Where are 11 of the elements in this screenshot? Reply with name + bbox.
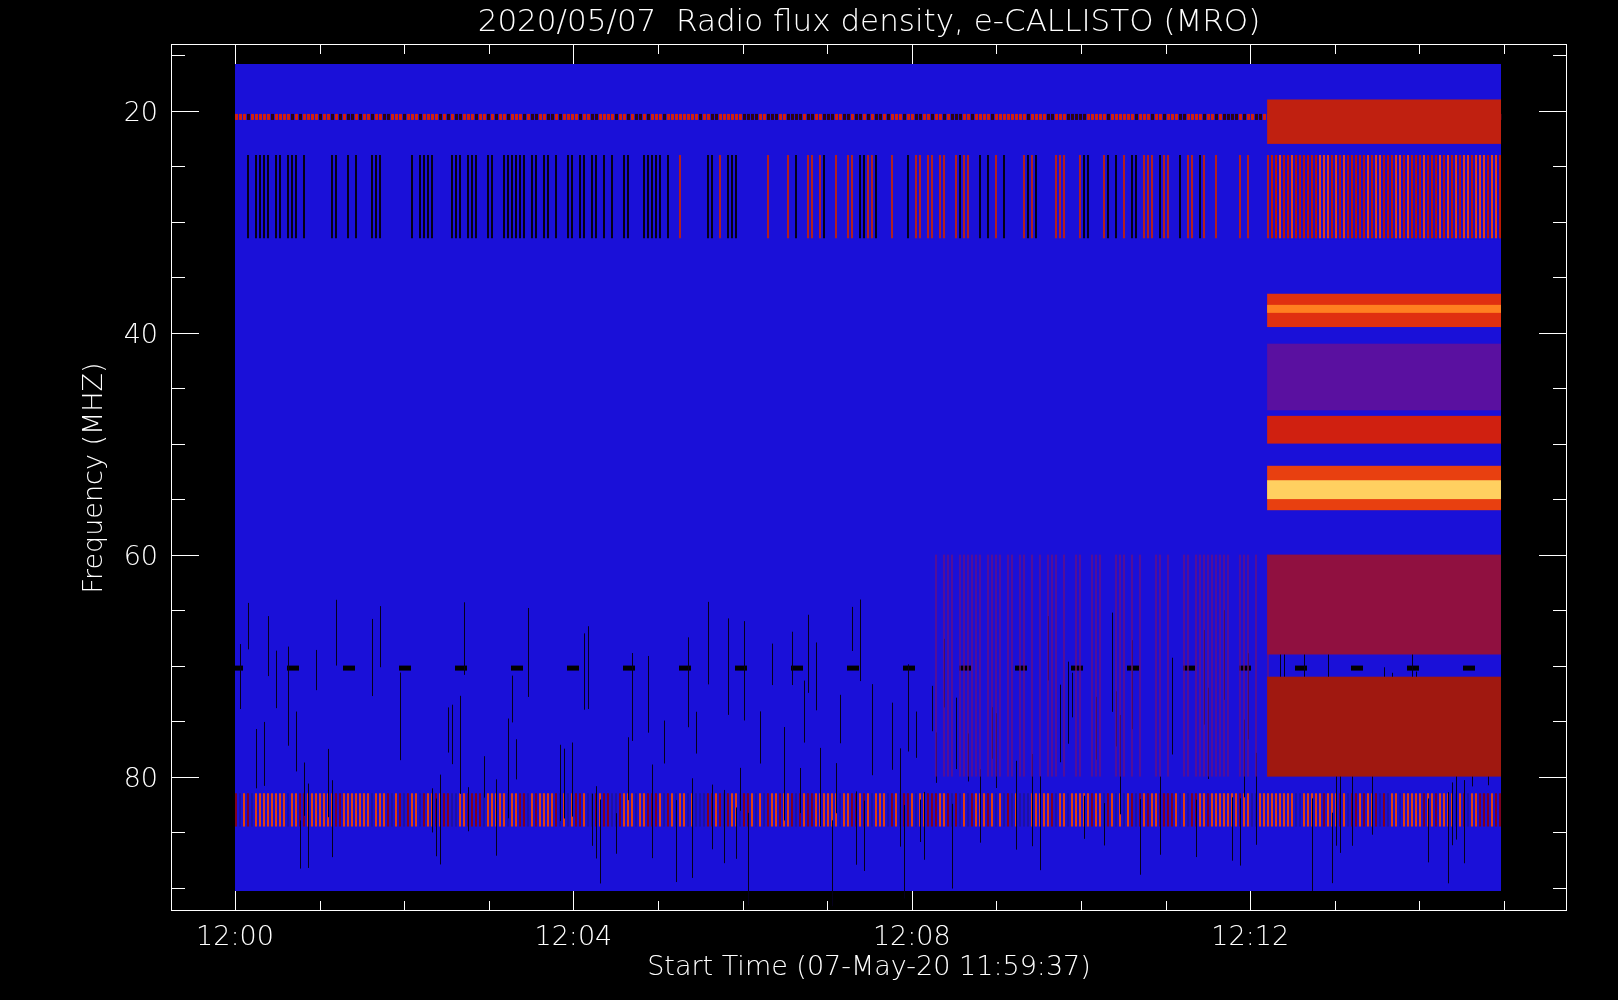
y-axis-title: Frequency (MHZ) bbox=[77, 362, 108, 594]
x-tick-label: 12:08 bbox=[872, 920, 951, 951]
x-tick-label: 12:12 bbox=[1211, 920, 1290, 951]
y-tick-label: 80 bbox=[123, 761, 158, 793]
x-tick-label: 12:00 bbox=[196, 920, 274, 951]
y-tick-label: 60 bbox=[123, 539, 158, 571]
y-tick-label: 20 bbox=[123, 95, 158, 127]
chart-title: 2020/05/07 Radio flux density, e-CALLISTO (MRO) bbox=[477, 2, 1261, 38]
y-tick-label: 40 bbox=[123, 317, 158, 349]
x-axis-title: Start Time (07-May-20 11:59:37) bbox=[647, 950, 1091, 981]
x-tick-label: 12:04 bbox=[534, 920, 613, 951]
